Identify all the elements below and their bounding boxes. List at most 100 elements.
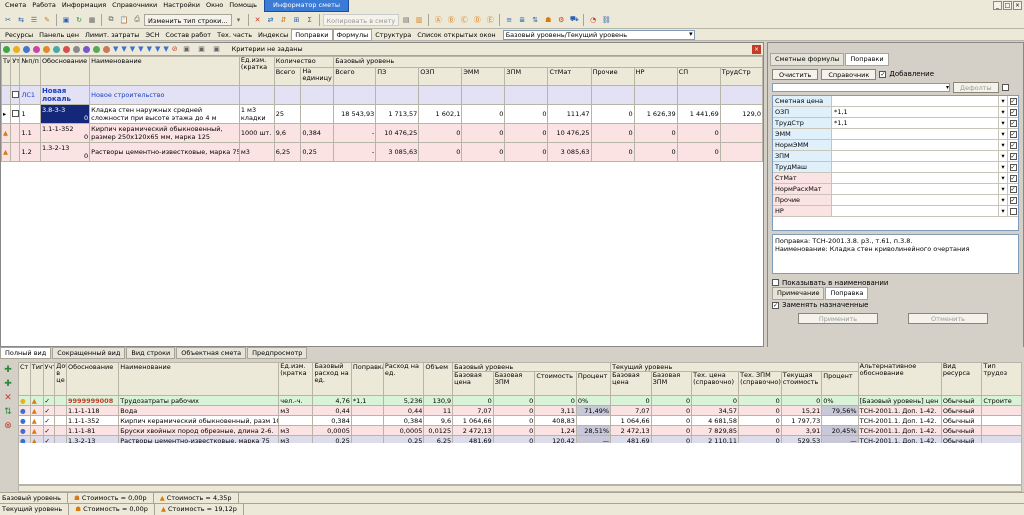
close-button[interactable]: × [1013,1,1022,10]
param-checkbox[interactable]: ✓ [1009,130,1017,138]
res-col-c-pct[interactable]: Процент [821,371,859,396]
replace-checkbox[interactable]: ✓ [772,301,779,309]
col-ti[interactable]: Ти [0,56,12,86]
defaults-combo[interactable]: ▾ [772,82,950,92]
reference-button[interactable]: Справочник [821,68,877,80]
param-checkbox[interactable]: ✓ [1009,108,1017,116]
param-dropdown-icon[interactable]: ▾ [998,129,1007,139]
funnel-icon[interactable]: ▼ [113,45,118,53]
param-dropdown-icon[interactable]: ▾ [998,118,1007,128]
param-value[interactable] [831,129,998,139]
param-row[interactable]: НормРасхМат ▾ ✓ [773,184,1018,195]
type-icon[interactable]: ▲ [29,405,44,416]
nav-corrections[interactable]: Поправки [291,28,333,41]
param-row[interactable]: ОЗП *1,1 ▾ ✓ [773,107,1018,118]
nav-price-panel[interactable]: Панель цен [36,29,82,41]
status-icon[interactable]: ● [18,405,31,416]
save-icon[interactable]: ▣ [60,14,72,26]
filter-orange-icon[interactable] [43,45,50,53]
filter-teal-icon[interactable] [53,45,60,53]
subtab-correction[interactable]: Поправка [825,287,869,300]
filter-purple-icon[interactable] [33,45,40,53]
param-dropdown-icon[interactable]: ▾ [998,140,1007,150]
nav-limit-costs[interactable]: Лимит. затраты [82,29,142,41]
move-resource-icon[interactable]: ⇅ [2,406,14,418]
param-dropdown-icon[interactable]: ▾ [998,162,1007,172]
param-row[interactable]: ТрудМаш ▾ ✓ [773,162,1018,173]
tab-short-view[interactable]: Сокращенный вид [52,346,126,359]
cut-icon[interactable]: ✂ [2,14,14,26]
ucht-checkbox[interactable]: ✓ [42,395,56,406]
price-b-icon[interactable]: Ⓑ [445,14,457,26]
document-tab[interactable]: Информатор сметы [263,0,349,12]
param-dropdown-icon[interactable]: ▾ [998,107,1007,117]
res-col-b-pct[interactable]: Процент [575,371,612,396]
param-checkbox[interactable]: ✓ [1009,152,1017,160]
shift-icon[interactable]: ⇄ [265,14,277,26]
tab-full-view[interactable]: Полный вид [0,346,52,359]
tab-object-estimate[interactable]: Объектная смета [176,346,247,359]
nav-work-composition[interactable]: Состав работ [162,29,214,41]
col-qty-total[interactable]: Всего [273,67,302,86]
res-col-basis[interactable]: Обоснование [65,362,120,396]
sort-icon[interactable]: ⇅ [529,14,541,26]
param-value[interactable]: *1,1 [831,118,998,128]
col-pz[interactable]: ПЗ [375,67,420,86]
col-stmat[interactable]: СтМат [547,67,592,86]
filter-save-icon[interactable]: ▣ [196,43,208,55]
filter-gray-icon[interactable] [73,45,80,53]
res-col-c-price[interactable]: Базовая цена [610,371,652,396]
param-row[interactable]: ЗПМ ▾ ✓ [773,151,1018,162]
nav-esn[interactable]: ЭСН [142,29,162,41]
change-type-button[interactable]: Изменить тип строки... [144,13,232,26]
chart-icon[interactable]: ◔ [587,14,599,26]
param-value[interactable] [831,206,998,216]
filter-blue-icon[interactable] [23,45,30,53]
tab-row-view[interactable]: Вид строки [126,346,176,359]
price-d-icon[interactable]: Ⓓ [471,14,483,26]
col-trud[interactable]: ТрудСтр [719,67,764,86]
resource-row[interactable]: ● ▲ ✓ 1.1-1-118 Вода м3 0,44 0,44 11 7,07 0 3,11 71,… [18,405,1022,416]
param-dropdown-icon[interactable]: ▾ [998,151,1007,161]
cancel-resource-icon[interactable]: ⊗ [2,420,14,432]
add-resource-icon[interactable]: ✚ [2,364,14,376]
param-checkbox[interactable]: ✓ [1009,141,1017,149]
price-e-icon[interactable]: Ⓔ [484,14,496,26]
copy-to-estimate-button[interactable]: Копировать в смету [322,13,400,26]
menu-info[interactable]: Информация [59,0,109,11]
filter-yellow-icon[interactable] [13,45,20,53]
param-row[interactable]: Прочие ▾ ✓ [773,195,1018,206]
res-col-c-cost[interactable]: Текущая стоимость [780,371,823,396]
res-col-b-zpm[interactable]: Базовая ЗПМ [492,371,536,396]
calc-icon[interactable]: ▦ [86,14,98,26]
param-checkbox[interactable]: ✓ [1009,163,1017,171]
tab-corrections[interactable]: Поправки [845,52,889,66]
col-basis[interactable]: Обоснование [39,56,91,86]
price-a-icon[interactable]: Ⓐ [432,14,444,26]
param-checkbox[interactable] [1009,207,1017,215]
type-icon[interactable]: ▲ [29,425,44,436]
section-row[interactable]: ЛС1 Новая локаль Новое строительство [0,85,764,105]
param-row[interactable]: ТрудСтр *1,1 ▾ ✓ [773,118,1018,129]
add-checkbox[interactable]: ✓ [879,70,887,78]
param-dropdown-icon[interactable]: ▾ [998,96,1007,106]
res-col-alt[interactable]: Альтернативное обоснование [857,362,942,396]
filter-green2-icon[interactable] [93,45,100,53]
res-col-c-techprice[interactable]: Тех. цена (справочно) [691,371,740,396]
machine-icon[interactable]: ⚙ [555,14,567,26]
res-col-ucht[interactable]: Учт [42,362,56,396]
clear-button[interactable]: Очистить [772,68,819,80]
minimize-button[interactable]: _ [993,1,1002,10]
copy-icon[interactable]: ⧉ [105,14,117,26]
col-name[interactable]: Наименование [89,56,240,86]
funnel5-icon[interactable]: ▼ [147,45,152,53]
col-no[interactable]: №п/п [19,56,41,86]
param-row[interactable]: СтМат ▾ ✓ [773,173,1018,184]
param-value[interactable] [831,173,998,183]
res-col-rate[interactable]: Расход на ед. [382,362,425,396]
defaults-checkbox[interactable] [1001,83,1009,91]
param-value[interactable] [831,184,998,194]
param-dropdown-icon[interactable]: ▾ [998,195,1007,205]
funnel4-icon[interactable]: ▼ [138,45,143,53]
maximize-button[interactable]: □ [1003,1,1012,10]
